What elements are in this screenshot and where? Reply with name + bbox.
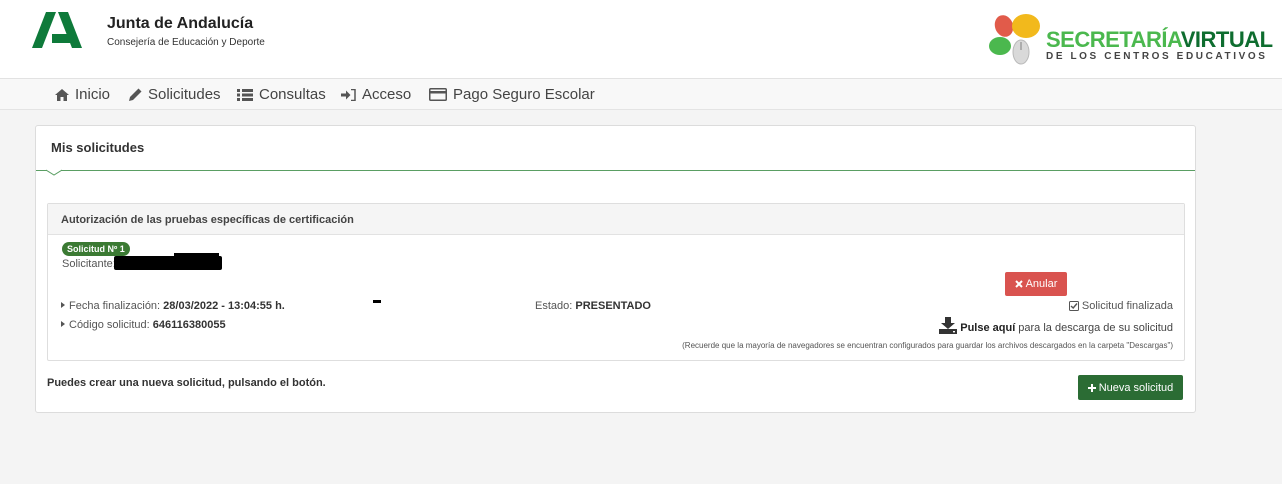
mis-solicitudes-panel: Mis solicitudes Autorización de las prue…	[35, 125, 1196, 413]
junta-logo-icon[interactable]	[32, 12, 92, 48]
download-link[interactable]: Pulse aquí para la descarga de su solicit…	[938, 317, 1173, 334]
download-icon	[939, 317, 958, 334]
download-link-bold[interactable]: Pulse aquí	[960, 322, 1015, 334]
nueva-solicitud-label: Nueva solicitud	[1098, 381, 1174, 394]
fecha-label: Fecha finalización:	[69, 300, 161, 312]
nav-item-label: Consultas	[259, 86, 326, 103]
nav-item-label: Inicio	[75, 86, 111, 103]
check-square-icon	[1068, 301, 1079, 311]
estado: Estado: PRESENTADO	[535, 300, 651, 312]
redacted-name	[114, 256, 222, 270]
solicitante-label: Solicitante:	[62, 258, 116, 270]
sv-title-part-b: VIRTUAL	[1180, 27, 1273, 52]
credit-card-icon	[429, 88, 447, 101]
anular-button[interactable]: Anular	[1005, 272, 1067, 296]
times-icon	[1014, 280, 1023, 288]
nav-item-consultas[interactable]: Consultas	[237, 86, 326, 103]
nav-item-label: Acceso	[362, 86, 412, 103]
nav-item-solicitudes[interactable]: Solicitudes	[129, 86, 221, 103]
panel-notch-icon	[46, 169, 62, 176]
download-note: (Recuerde que la mayoría de navegadores …	[682, 341, 1173, 350]
fecha-value: 28/03/2022 - 13:04:55 h.	[163, 300, 285, 312]
org-subtitle: Consejería de Educación y Deporte	[107, 37, 265, 48]
plus-icon	[1087, 383, 1096, 392]
header: Junta de Andalucía Consejería de Educaci…	[0, 0, 1282, 79]
card-header: Autorización de las pruebas específicas …	[48, 204, 1184, 235]
redacted-name-top	[174, 253, 219, 258]
nav-item-pago-seguro-escolar[interactable]: Pago Seguro Escolar	[429, 86, 595, 103]
list-icon	[237, 88, 253, 101]
main-nav: Inicio Solicitudes Consultas Acceso Pago…	[0, 79, 1282, 110]
download-link-text: para la descarga de su solicitud	[1018, 322, 1173, 334]
org-name: Junta de Andalucía	[107, 15, 254, 32]
finalizada-label: Solicitud finalizada	[1081, 300, 1173, 312]
panel-divider	[36, 170, 1195, 171]
estado-value: PRESENTADO	[575, 300, 651, 312]
fecha-finalizacion: Fecha finalización: 28/03/2022 - 13:04:5…	[61, 300, 285, 312]
sv-title-part-a: SECRETARÍA	[1046, 27, 1181, 52]
home-icon	[55, 88, 69, 101]
pencil-icon	[129, 88, 142, 101]
secretaria-virtual-logo-icon[interactable]	[988, 12, 1042, 70]
nueva-solicitud-hint: Puedes crear una nueva solicitud, pulsan…	[47, 377, 326, 389]
secretaria-virtual-subtitle: DE LOS CENTROS EDUCATIVOS	[1046, 51, 1268, 62]
nav-item-acceso[interactable]: Acceso	[341, 86, 411, 103]
nav-item-inicio[interactable]: Inicio	[55, 86, 110, 103]
anular-button-label: Anular	[1025, 278, 1058, 290]
nueva-solicitud-button[interactable]: Nueva solicitud	[1078, 375, 1183, 400]
caret-right-icon	[61, 302, 65, 308]
codigo-solicitud: Código solicitud: 646116380055	[61, 319, 226, 331]
codigo-value: 646116380055	[152, 319, 226, 331]
sign-in-icon	[341, 88, 356, 101]
estado-label: Estado:	[535, 300, 573, 312]
card-header-title: Autorización de las pruebas específicas …	[61, 214, 354, 226]
nav-item-label: Pago Seguro Escolar	[453, 86, 595, 103]
solicitud-number-badge: Solicitud Nº 1	[62, 242, 130, 256]
panel-title: Mis solicitudes	[51, 140, 145, 155]
nav-item-label: Solicitudes	[148, 86, 221, 103]
solicitud-card: Autorización de las pruebas específicas …	[47, 203, 1185, 361]
codigo-label: Código solicitud:	[69, 319, 150, 331]
caret-right-icon	[61, 321, 65, 327]
redacted-mark	[373, 300, 381, 303]
secretaria-virtual-title: SECRETARÍAVIRTUAL	[1046, 27, 1273, 53]
solicitud-finalizada-status: Solicitud finalizada	[1068, 300, 1173, 312]
